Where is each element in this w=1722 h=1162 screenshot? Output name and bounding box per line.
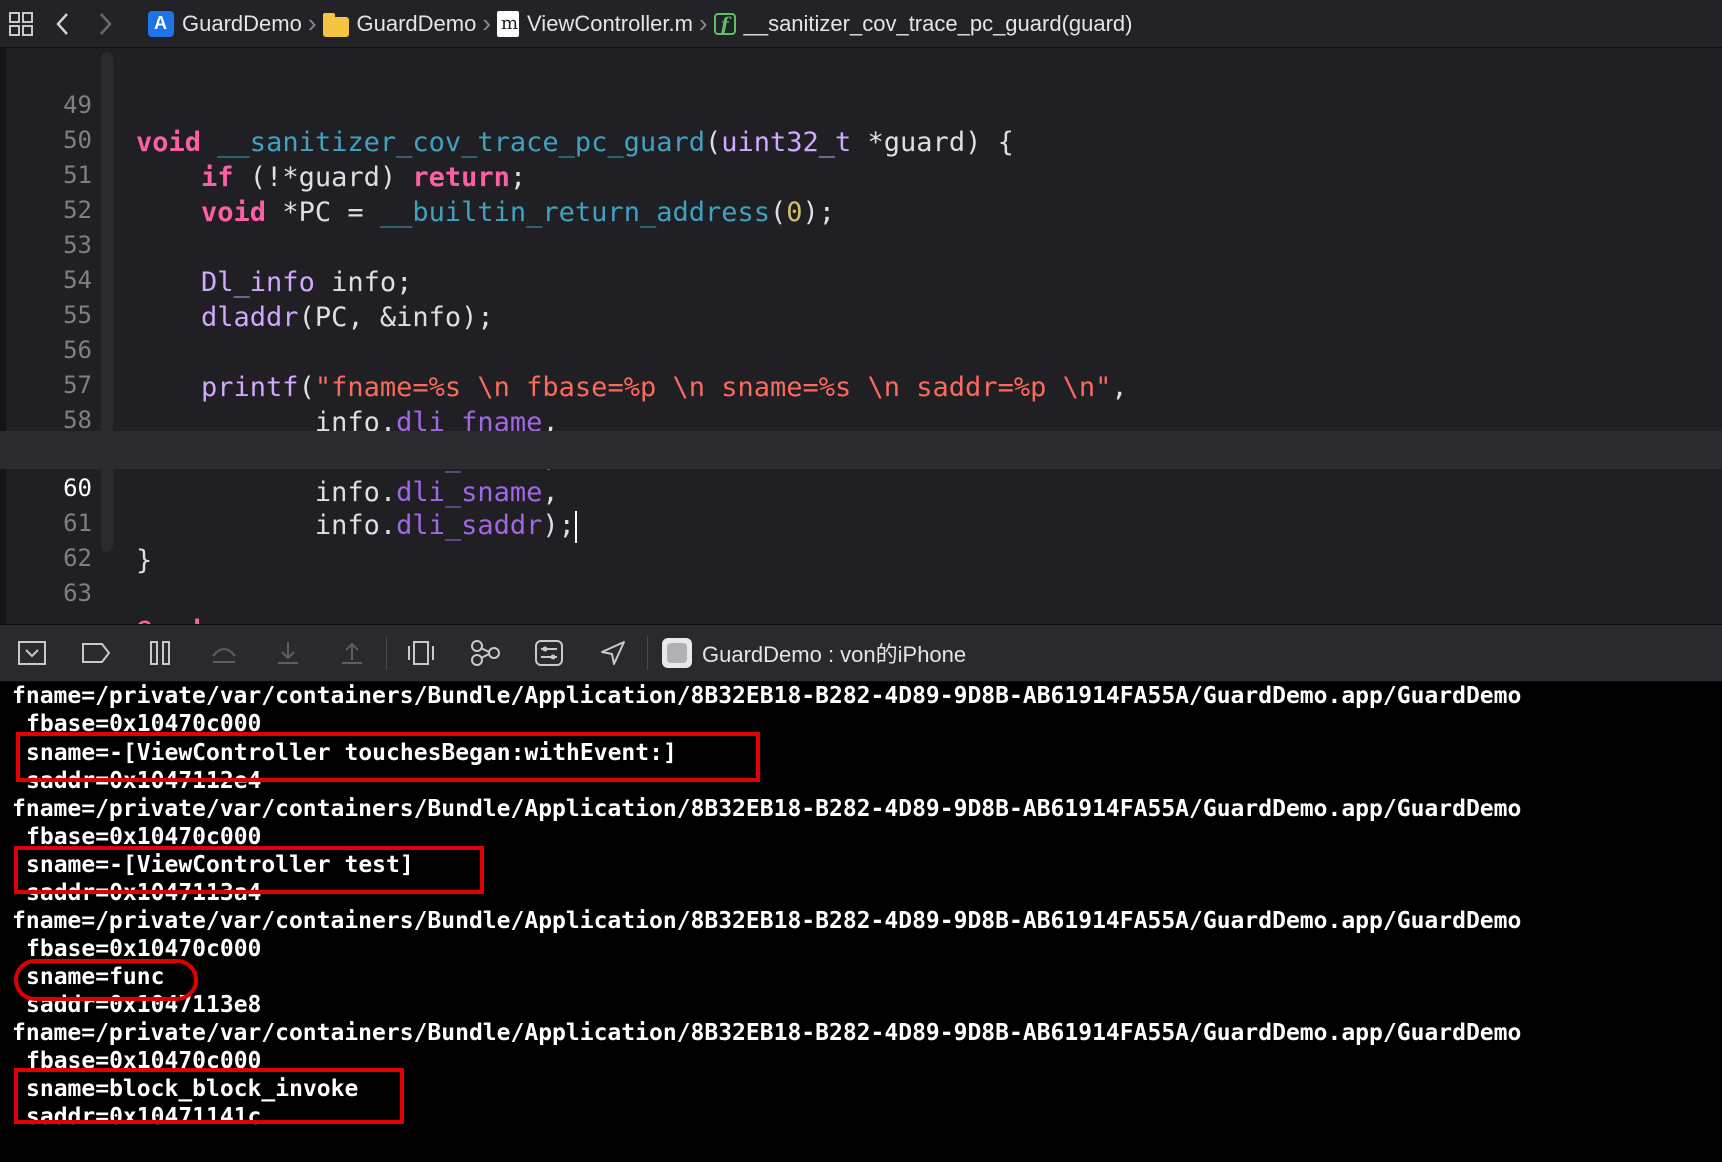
toolbar-divider [647, 636, 648, 670]
crumb-file[interactable]: ViewController.m [497, 10, 693, 37]
code-line[interactable]: 57 info.dli_fname, [0, 328, 1722, 438]
code-line[interactable]: 55 [0, 258, 1722, 329]
code-line[interactable]: 56 printf("fname=%s \n fbase=%p \n sname… [0, 293, 1722, 403]
grid-icon[interactable] [0, 0, 42, 48]
objc-file-icon [497, 10, 520, 37]
environment-overrides-icon[interactable] [517, 625, 581, 681]
breakpoint-toggle-icon[interactable] [64, 625, 128, 681]
crumb-group[interactable]: GuardDemo [322, 10, 477, 37]
code-line[interactable]: 49 void __sanitizer_cov_trace_pc_guard(u… [0, 48, 1722, 158]
memory-graph-icon[interactable] [453, 625, 517, 681]
step-over-icon[interactable] [192, 625, 256, 681]
chevron-right-icon[interactable] [84, 0, 126, 48]
chevron-right-icon: › [698, 8, 708, 38]
code-line[interactable]: 61 } [0, 466, 1722, 576]
line-number: 63 [63, 579, 92, 607]
pause-icon[interactable] [128, 625, 192, 681]
highlight-ellipse [14, 959, 198, 1001]
code-line[interactable]: 51 void *PC = __builtin_return_address(0… [0, 118, 1722, 228]
crumb-label: __sanitizer_cov_trace_pc_guard(guard) [743, 10, 1133, 36]
code-line[interactable]: 58 info.dli_fbase, [0, 363, 1722, 473]
code-line[interactable]: 54 dladdr(PC, &info); [0, 223, 1722, 333]
simulate-location-icon[interactable] [581, 625, 645, 681]
code-line[interactable]: 50 if (!*guard) return; [0, 83, 1722, 193]
source-editor[interactable]: 49 void __sanitizer_cov_trace_pc_guard(u… [0, 48, 1722, 646]
debug-target[interactable]: GuardDemo : von的iPhone [662, 637, 966, 669]
chevron-right-icon: › [307, 8, 317, 38]
toolbar-divider [386, 636, 387, 670]
debug-target-label: GuardDemo : von的iPhone [702, 642, 967, 667]
console-line: fname=/private/var/containers/Bundle/App… [12, 1020, 1522, 1046]
console-line: fname=/private/var/containers/Bundle/App… [12, 796, 1522, 822]
step-out-icon[interactable] [320, 625, 384, 681]
chevron-right-icon: › [482, 8, 492, 38]
code-line[interactable]: 63 @end [0, 536, 1722, 646]
breadcrumb: GuardDemo › GuardDemo › ViewController.m… [148, 8, 1133, 39]
code-line[interactable]: 62 [0, 501, 1722, 572]
highlight-box [16, 732, 760, 782]
view-hierarchy-icon[interactable] [389, 625, 453, 681]
code-line[interactable]: 52 [0, 153, 1722, 224]
folder-icon [322, 12, 349, 37]
code-line-current[interactable]: 60 info.dli_saddr); [0, 431, 1722, 543]
highlight-box [14, 1068, 404, 1124]
crumb-project[interactable]: GuardDemo [148, 10, 302, 37]
crumb-label: ViewController.m [527, 10, 693, 36]
highlight-box [14, 846, 484, 894]
console-line: fname=/private/var/containers/Bundle/App… [12, 908, 1522, 934]
step-into-icon[interactable] [256, 625, 320, 681]
hide-debug-area-icon[interactable] [0, 625, 64, 681]
jump-bar: GuardDemo › GuardDemo › ViewController.m… [0, 0, 1722, 48]
function-icon [713, 12, 736, 36]
console-line: fname=/private/var/containers/Bundle/App… [12, 683, 1522, 709]
console-output[interactable]: fname=/private/var/containers/Bundle/App… [0, 682, 1722, 1162]
crumb-symbol[interactable]: __sanitizer_cov_trace_pc_guard(guard) [713, 10, 1133, 37]
chevron-left-icon[interactable] [42, 0, 84, 48]
app-target-icon [662, 638, 692, 668]
code-line[interactable]: 53 Dl_info info; [0, 188, 1722, 298]
debug-bar: GuardDemo : von的iPhone [0, 624, 1722, 682]
crumb-label: GuardDemo [182, 10, 302, 36]
app-project-icon [148, 10, 174, 37]
crumb-label: GuardDemo [356, 10, 477, 36]
